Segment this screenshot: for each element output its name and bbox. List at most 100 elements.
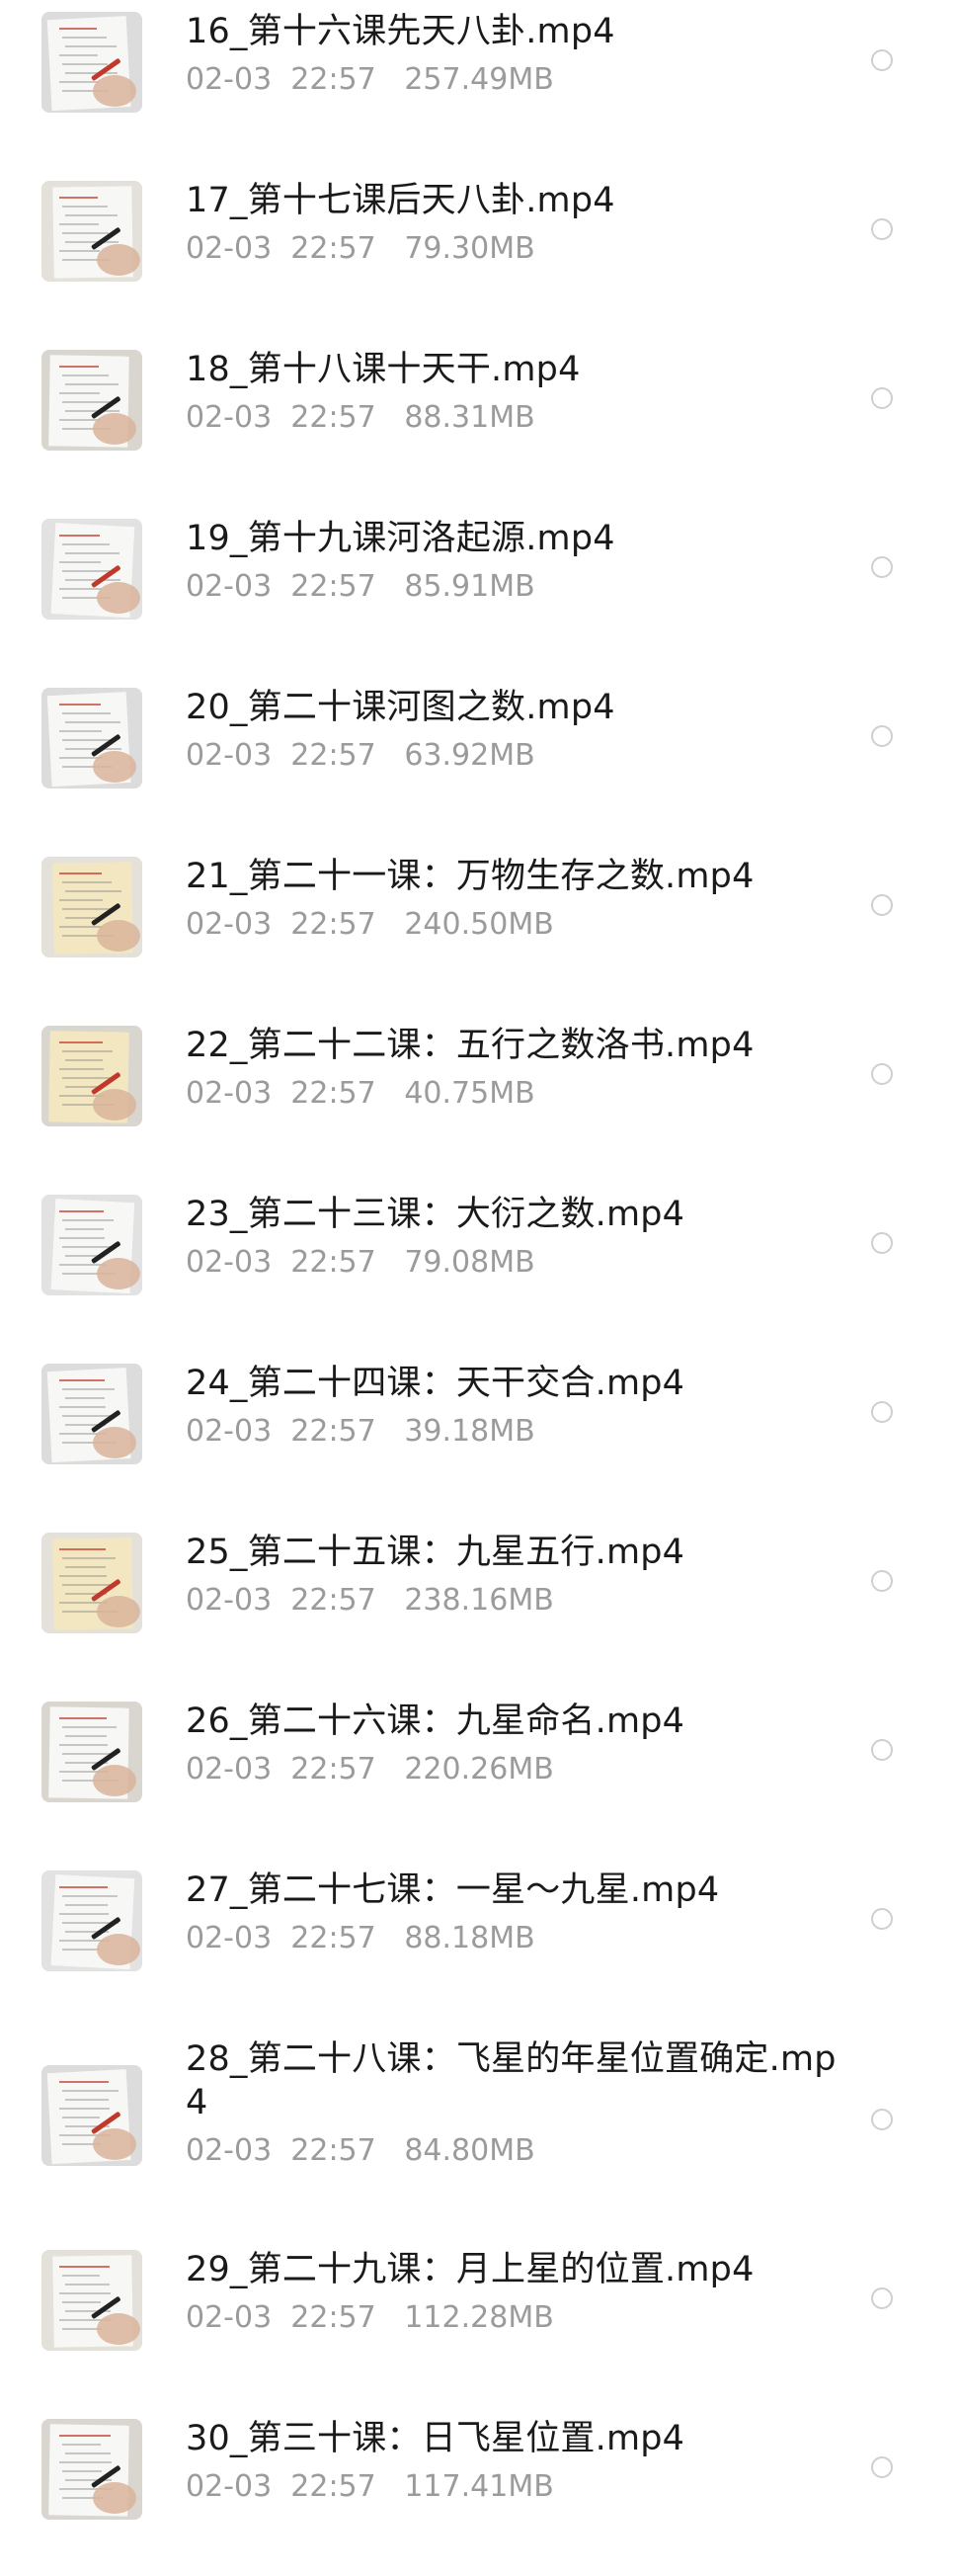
thumbnail-image: [41, 2065, 142, 2166]
file-size: 88.31MB: [404, 400, 535, 435]
select-radio[interactable]: [871, 1401, 893, 1423]
file-item[interactable]: 28_第二十八课：飞星的年星位置确定.mp4 02-03 22:57 84.80…: [0, 2028, 958, 2238]
thumbnail-image: [41, 1702, 142, 1802]
file-name: 17_第十七课后天八卦.mp4: [186, 181, 615, 220]
file-item[interactable]: 29_第二十九课：月上星的位置.mp4 02-03 22:57 112.28MB: [0, 2238, 958, 2407]
thumbnail-image: [41, 857, 142, 957]
file-info: 17_第十七课后天八卦.mp4 02-03 22:57 79.30MB: [186, 179, 839, 267]
video-thumbnail-icon[interactable]: [41, 12, 142, 113]
file-item[interactable]: 23_第二十三课：大衍之数.mp4 02-03 22:57 79.08MB: [0, 1183, 958, 1352]
file-name: 27_第二十七课：一星～九星.mp4: [186, 1870, 720, 1910]
file-info: 23_第二十三课：大衍之数.mp4 02-03 22:57 79.08MB: [186, 1193, 839, 1281]
file-item[interactable]: 17_第十七课后天八卦.mp4 02-03 22:57 79.30MB: [0, 169, 958, 338]
file-info: 27_第二十七课：一星～九星.mp4 02-03 22:57 88.18MB: [186, 1869, 839, 1956]
file-size: 238.16MB: [404, 1583, 554, 1618]
file-name: 23_第二十三课：大衍之数.mp4: [186, 1195, 685, 1234]
select-radio[interactable]: [871, 725, 893, 747]
select-radio[interactable]: [871, 49, 893, 71]
video-thumbnail-icon[interactable]: [41, 519, 142, 620]
file-size: 257.49MB: [404, 62, 554, 97]
file-info: 16_第十六课先天八卦.mp4 02-03 22:57 257.49MB: [186, 10, 839, 98]
select-radio[interactable]: [871, 387, 893, 409]
file-date: 02-03: [186, 400, 273, 435]
file-time: 22:57: [290, 2300, 376, 2335]
video-thumbnail-icon[interactable]: [41, 857, 142, 957]
thumbnail-image: [41, 181, 142, 282]
select-radio[interactable]: [871, 1908, 893, 1930]
file-item[interactable]: 16_第十六课先天八卦.mp4 02-03 22:57 257.49MB: [0, 0, 958, 169]
thumbnail-image: [41, 519, 142, 620]
video-thumbnail-icon[interactable]: [41, 1702, 142, 1802]
file-time: 22:57: [290, 1752, 376, 1787]
video-thumbnail-icon[interactable]: [41, 1533, 142, 1633]
video-thumbnail-icon[interactable]: [41, 350, 142, 451]
select-radio[interactable]: [871, 2109, 893, 2130]
video-thumbnail-icon[interactable]: [41, 2250, 142, 2351]
file-size: 117.41MB: [404, 2469, 554, 2504]
video-thumbnail-icon[interactable]: [41, 2065, 142, 2166]
file-item[interactable]: 24_第二十四课：天干交合.mp4 02-03 22:57 39.18MB: [0, 1352, 958, 1521]
file-item[interactable]: 22_第二十二课：五行之数洛书.mp4 02-03 22:57 40.75MB: [0, 1014, 958, 1183]
file-meta: 02-03 22:57 40.75MB: [186, 1076, 839, 1112]
select-radio[interactable]: [871, 894, 893, 916]
video-thumbnail-icon[interactable]: [41, 1364, 142, 1464]
file-info: 28_第二十八课：飞星的年星位置确定.mp4 02-03 22:57 84.80…: [186, 2037, 839, 2169]
file-name: 18_第十八课十天干.mp4: [186, 350, 581, 389]
file-item[interactable]: 19_第十九课河洛起源.mp4 02-03 22:57 85.91MB: [0, 507, 958, 676]
file-date: 02-03: [186, 2469, 273, 2504]
file-meta: 02-03 22:57 63.92MB: [186, 738, 839, 774]
file-time: 22:57: [290, 2133, 376, 2168]
file-meta: 02-03 22:57 39.18MB: [186, 1414, 839, 1450]
file-time: 22:57: [290, 738, 376, 773]
thumbnail-image: [41, 1026, 142, 1126]
select-radio[interactable]: [871, 1232, 893, 1254]
file-time: 22:57: [290, 1245, 376, 1280]
video-thumbnail-icon[interactable]: [41, 1026, 142, 1126]
file-name: 25_第二十五课：九星五行.mp4: [186, 1533, 685, 1572]
file-item[interactable]: 18_第十八课十天干.mp4 02-03 22:57 88.31MB: [0, 338, 958, 507]
file-item[interactable]: 21_第二十一课：万物生存之数.mp4 02-03 22:57 240.50MB: [0, 845, 958, 1014]
select-radio[interactable]: [871, 2456, 893, 2478]
video-thumbnail-icon[interactable]: [41, 1870, 142, 1971]
file-item[interactable]: 20_第二十课河图之数.mp4 02-03 22:57 63.92MB: [0, 676, 958, 845]
file-name: 16_第十六课先天八卦.mp4: [186, 12, 615, 51]
file-date: 02-03: [186, 2133, 273, 2168]
select-radio[interactable]: [871, 1739, 893, 1761]
file-info: 25_第二十五课：九星五行.mp4 02-03 22:57 238.16MB: [186, 1531, 839, 1619]
file-info: 21_第二十一课：万物生存之数.mp4 02-03 22:57 240.50MB: [186, 855, 839, 943]
select-radio[interactable]: [871, 1570, 893, 1592]
select-radio[interactable]: [871, 218, 893, 240]
file-date: 02-03: [186, 1414, 273, 1449]
video-thumbnail-icon[interactable]: [41, 688, 142, 789]
file-date: 02-03: [186, 2300, 273, 2335]
file-time: 22:57: [290, 1921, 376, 1955]
thumbnail-image: [41, 1195, 142, 1295]
file-size: 220.26MB: [404, 1752, 554, 1787]
file-info: 24_第二十四课：天干交合.mp4 02-03 22:57 39.18MB: [186, 1362, 839, 1450]
file-size: 79.08MB: [404, 1245, 535, 1280]
video-thumbnail-icon[interactable]: [41, 181, 142, 282]
select-radio[interactable]: [871, 1063, 893, 1085]
file-date: 02-03: [186, 1245, 273, 1280]
video-thumbnail-icon[interactable]: [41, 1195, 142, 1295]
file-size: 88.18MB: [404, 1921, 535, 1955]
video-thumbnail-icon[interactable]: [41, 2419, 142, 2520]
file-time: 22:57: [290, 2469, 376, 2504]
file-info: 29_第二十九课：月上星的位置.mp4 02-03 22:57 112.28MB: [186, 2248, 839, 2336]
file-meta: 02-03 22:57 88.18MB: [186, 1921, 839, 1956]
file-time: 22:57: [290, 1414, 376, 1449]
file-info: 26_第二十六课：九星命名.mp4 02-03 22:57 220.26MB: [186, 1700, 839, 1787]
file-item[interactable]: 26_第二十六课：九星命名.mp4 02-03 22:57 220.26MB: [0, 1690, 958, 1859]
select-radio[interactable]: [871, 2287, 893, 2309]
file-item[interactable]: 27_第二十七课：一星～九星.mp4 02-03 22:57 88.18MB: [0, 1859, 958, 2028]
file-meta: 02-03 22:57 240.50MB: [186, 907, 839, 943]
file-item[interactable]: 25_第二十五课：九星五行.mp4 02-03 22:57 238.16MB: [0, 1521, 958, 1690]
thumbnail-image: [41, 688, 142, 789]
file-size: 40.75MB: [404, 1076, 535, 1111]
select-radio[interactable]: [871, 556, 893, 578]
file-item[interactable]: 30_第三十课：日飞星位置.mp4 02-03 22:57 117.41MB: [0, 2407, 958, 2576]
file-meta: 02-03 22:57 257.49MB: [186, 62, 839, 98]
file-name: 26_第二十六课：九星命名.mp4: [186, 1702, 685, 1741]
file-meta: 02-03 22:57 117.41MB: [186, 2469, 839, 2505]
file-time: 22:57: [290, 569, 376, 604]
